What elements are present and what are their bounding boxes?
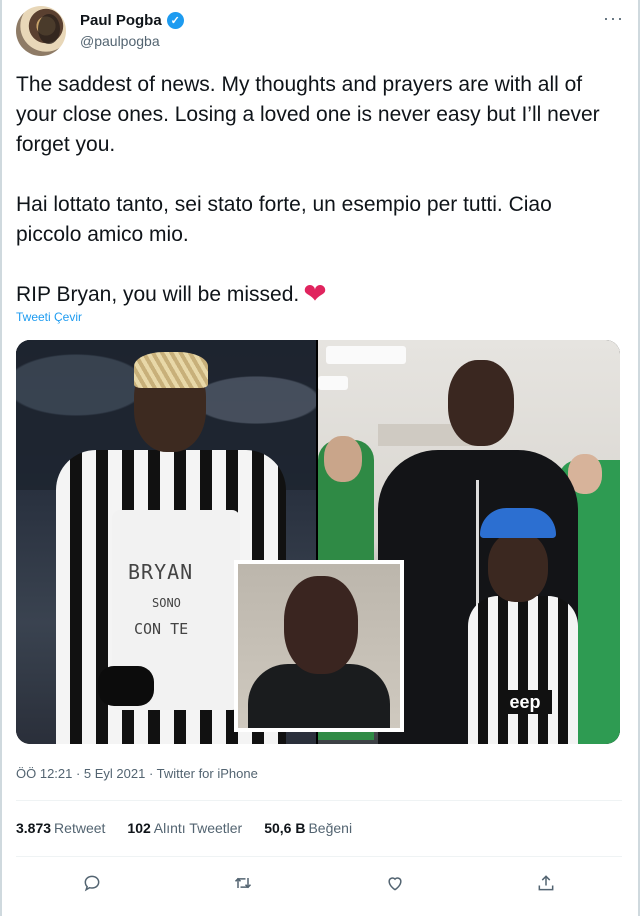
- author-name-row: Paul Pogba ✓: [80, 12, 184, 29]
- reply-icon[interactable]: [77, 868, 107, 898]
- avatar[interactable]: [16, 6, 66, 56]
- tweet-text: The saddest of news. My thoughts and pra…: [16, 70, 622, 310]
- tweet-paragraph: Hai lottato tanto, sei stato forte, un e…: [16, 193, 552, 246]
- tweet-media[interactable]: BRYAN SONO CON TE eep: [16, 340, 620, 744]
- translate-tweet-link[interactable]: Tweeti Çevir: [16, 310, 82, 324]
- like-stat[interactable]: 50,6 B Beğeni: [264, 820, 352, 836]
- divider: [16, 800, 622, 801]
- quote-stat[interactable]: 102 Alıntı Tweetler: [127, 820, 242, 836]
- divider: [16, 856, 622, 857]
- tweet-stats: 3.873 Retweet 102 Alıntı Tweetler 50,6 B Be…: [16, 820, 352, 836]
- photo-inset-boy[interactable]: [234, 560, 404, 732]
- author-name[interactable]: Paul Pogba: [80, 12, 162, 29]
- red-heart-emoji: ❤: [303, 278, 327, 309]
- tweet-card: Paul Pogba ✓ @paulpogba ··· The saddest …: [0, 0, 640, 916]
- tweet-header: Paul Pogba ✓ @paulpogba ···: [16, 6, 628, 58]
- tweet-paragraph: RIP Bryan, you will be missed. ❤: [16, 280, 622, 310]
- share-icon[interactable]: [531, 868, 561, 898]
- boy-shirt-sponsor: eep: [498, 690, 552, 714]
- retweet-icon[interactable]: [228, 868, 258, 898]
- author-handle[interactable]: @paulpogba: [80, 33, 160, 49]
- tweet-paragraph-text: RIP Bryan, you will be missed.: [16, 283, 300, 306]
- like-icon[interactable]: [380, 868, 410, 898]
- tweet-actions: [16, 868, 622, 898]
- tweet-timestamp[interactable]: ÖÖ 12:21 · 5 Eyl 2021 · Twitter for iPho…: [16, 766, 258, 781]
- verified-badge-icon: ✓: [166, 12, 184, 29]
- tweet-paragraph: The saddest of news. My thoughts and pra…: [16, 73, 600, 156]
- more-options-icon[interactable]: ···: [603, 8, 624, 29]
- retweet-stat[interactable]: 3.873 Retweet: [16, 820, 105, 836]
- shirt-handwriting: BRYAN SONO CON TE: [128, 560, 194, 638]
